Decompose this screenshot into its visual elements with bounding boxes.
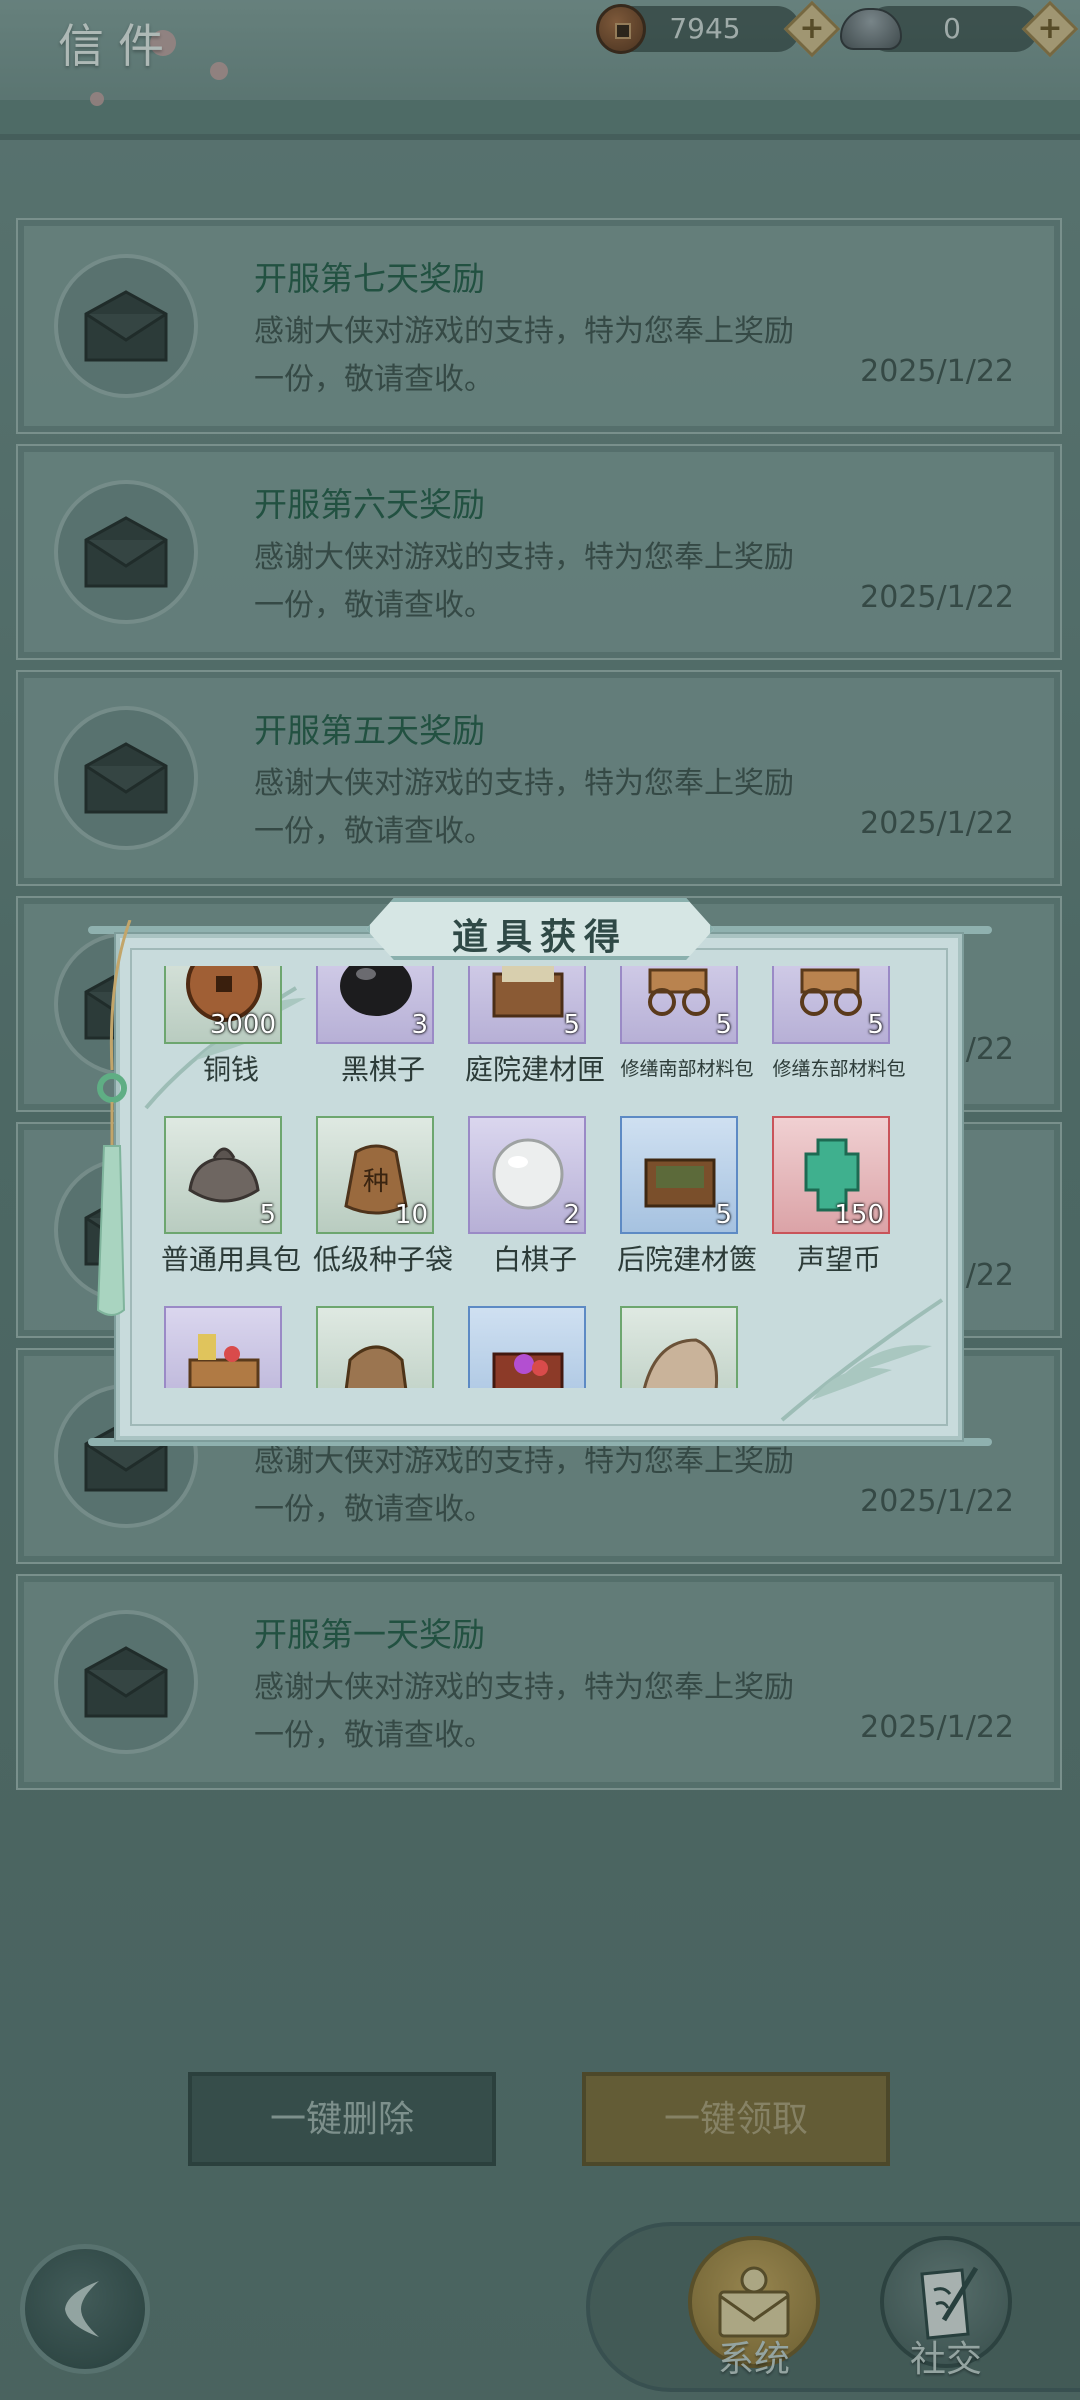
- item-quantity: 2: [563, 1200, 580, 1230]
- item-frame: 种 10: [316, 1116, 434, 1234]
- material-chest-icon: [644, 1158, 716, 1208]
- dialog-title-banner: 道具获得: [366, 898, 714, 960]
- item-frame: 150: [772, 1116, 890, 1234]
- item-frame: 5: [620, 966, 738, 1044]
- item-quantity: 150: [834, 1200, 884, 1230]
- item-quantity: 5: [715, 1200, 732, 1230]
- item-quantity: 5: [867, 1010, 884, 1040]
- treasure-chest-icon: [492, 1352, 564, 1388]
- sack-icon: [344, 1345, 408, 1388]
- white-go-stone-icon: [492, 1138, 564, 1210]
- item-name: 声望币: [796, 1243, 881, 1276]
- cloth-bundle-icon: [188, 1147, 260, 1203]
- item-frame: 5: [620, 1116, 738, 1234]
- item-frame: [620, 1306, 738, 1388]
- dialog-title: 道具获得: [451, 916, 628, 958]
- item-grid[interactable]: 3000 铜钱 3 黑棋子 5 庭院建材匣 5 修缮南部材料包 5 修缮东部材料包 5 普通用具包种 1…: [140, 966, 944, 1388]
- goods-cart-icon: [188, 1334, 260, 1388]
- item-obtained-dialog: 3000 铜钱 3 黑棋子 5 庭院建材匣 5 修缮南部材料包 5 修缮东部材料包 5 普通用具包种 1…: [116, 934, 962, 1440]
- item-name: 修缮东部材料包: [772, 1058, 906, 1080]
- item-quantity: 3: [411, 1010, 428, 1040]
- bag-glyph: 种: [363, 1167, 389, 1197]
- item-frame: 3000: [164, 966, 282, 1044]
- jade-tassel-icon: [96, 920, 132, 1316]
- item-frame: 5: [468, 966, 586, 1044]
- item-frame: 2: [468, 1116, 586, 1234]
- black-go-stone-icon: [340, 966, 412, 1016]
- material-box-icon: [492, 966, 564, 1018]
- cart-icon: [648, 968, 710, 1016]
- item-frame: 3: [316, 966, 434, 1044]
- item-frame: 5: [164, 1116, 282, 1234]
- item-frame: [164, 1306, 282, 1388]
- item-quantity: 10: [394, 1200, 428, 1230]
- item-frame: 5: [772, 966, 890, 1044]
- shell-icon: [643, 1338, 719, 1388]
- item-quantity: 5: [563, 1010, 580, 1040]
- item-frame: [316, 1306, 434, 1388]
- item-frame: [468, 1306, 586, 1388]
- item-quantity: 5: [259, 1200, 276, 1230]
- item-quantity: 3000: [209, 1010, 276, 1040]
- item-quantity: 5: [715, 1010, 732, 1040]
- cart-icon: [800, 968, 862, 1016]
